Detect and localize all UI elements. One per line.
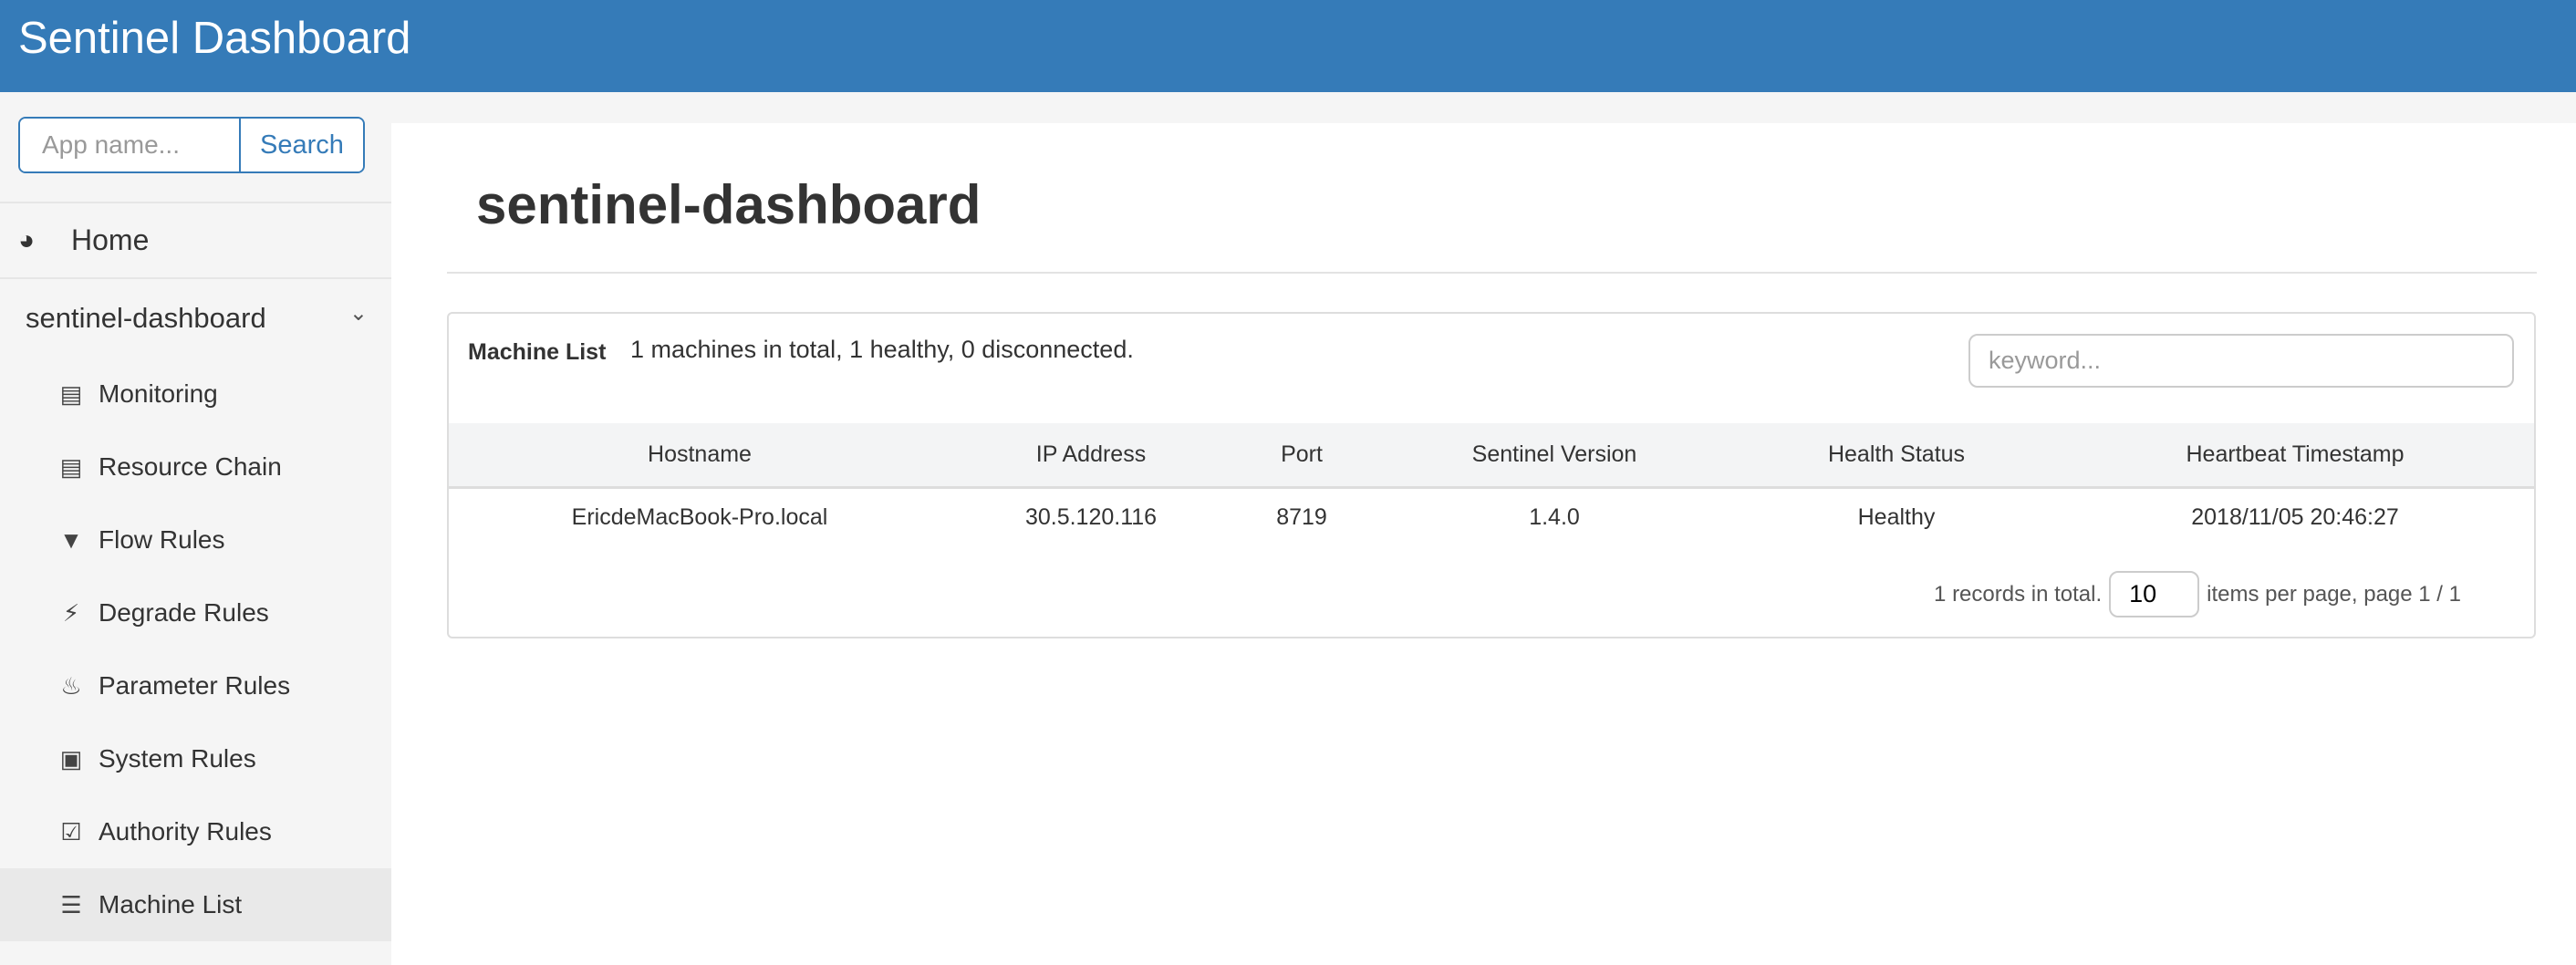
app-name: sentinel-dashboard (26, 302, 266, 334)
main-content: sentinel-dashboard Machine List 1 machin… (391, 123, 2576, 965)
sidebar-item-label: Authority Rules (99, 817, 272, 846)
column-header-hostname: Hostname (449, 423, 950, 489)
machine-table: Hostname IP Address Port Sentinel Versio… (449, 423, 2534, 547)
flash-icon: ⚡︎ (62, 598, 80, 627)
column-header-port: Port (1231, 423, 1372, 489)
records-total: 1 records in total. (1934, 581, 2103, 607)
column-header-health: Health Status (1737, 423, 2056, 489)
machine-summary: 1 machines in total, 1 healthy, 0 discon… (630, 336, 1134, 363)
sidebar-item-system-rules[interactable]: ▣ System Rules (0, 722, 391, 795)
divider (447, 272, 2537, 274)
list-alt-icon: ▤ (59, 452, 83, 481)
page-info: items per page, page 1 / 1 (2207, 581, 2461, 607)
sidebar-item-label: System Rules (99, 744, 256, 773)
column-header-version: Sentinel Version (1372, 423, 1737, 489)
sidebar: Search ◕ Home sentinel-dashboard ⌄ ▤ Moni… (0, 92, 391, 965)
sidebar-item-flow-rules[interactable]: ▼ Flow Rules (0, 503, 391, 576)
sidebar-item-label: Home (71, 223, 150, 256)
column-header-ip: IP Address (950, 423, 1231, 489)
pagination: 1 records in total. items per page, page… (1934, 571, 2461, 617)
chevron-down-icon: ⌄ (348, 301, 368, 326)
sidebar-item-label: Machine List (99, 890, 243, 918)
cell-port: 8719 (1276, 504, 1327, 531)
keyword-search-input[interactable] (1968, 334, 2514, 388)
bar-chart-icon: ▤ (59, 379, 83, 408)
fire-icon: ♨ (60, 671, 82, 700)
panel-title: Machine List (468, 339, 607, 365)
sidebar-item-label: Monitoring (99, 379, 218, 408)
sidebar-item-machine-list[interactable]: ☰ Machine List (0, 868, 391, 941)
cell-version: 1.4.0 (1529, 504, 1580, 531)
cell-health: Healthy (1857, 504, 1936, 531)
sidebar-item-label: Degrade Rules (99, 598, 269, 627)
brand-title[interactable]: Sentinel Dashboard (18, 13, 410, 64)
app-name-input[interactable] (20, 119, 239, 171)
briefcase-icon: ▣ (59, 744, 83, 773)
sidebar-item-home[interactable]: ◕ Home (0, 202, 391, 279)
table-header-row: Hostname IP Address Port Sentinel Versio… (449, 423, 2534, 489)
app-group-header[interactable]: sentinel-dashboard ⌄ (26, 301, 368, 335)
cell-ip: 30.5.120.116 (1024, 504, 1158, 531)
search-button[interactable]: Search (239, 119, 363, 171)
check-icon: ☑ (60, 817, 82, 846)
sidebar-item-degrade-rules[interactable]: ⚡︎ Degrade Rules (0, 576, 391, 649)
filter-icon: ▼ (59, 525, 83, 554)
sidebar-item-monitoring[interactable]: ▤ Monitoring (0, 358, 391, 431)
dashboard-icon: ◕ (18, 224, 36, 255)
page-title: sentinel-dashboard (476, 174, 982, 235)
sidebar-item-parameter-rules[interactable]: ♨ Parameter Rules (0, 649, 391, 722)
top-navbar: Sentinel Dashboard (0, 0, 2576, 92)
machine-list-panel: Machine List 1 machines in total, 1 heal… (447, 312, 2536, 638)
app-search-group: Search (18, 117, 365, 173)
sidebar-item-label: Resource Chain (99, 452, 282, 481)
column-header-heartbeat: Heartbeat Timestamp (2056, 423, 2534, 489)
th-list-icon: ☰ (60, 890, 82, 918)
sidebar-item-label: Flow Rules (99, 525, 225, 554)
page-size-input[interactable] (2109, 571, 2200, 617)
cell-hostname: EricdeMacBook-Pro.local (571, 504, 828, 531)
cell-heartbeat: 2018/11/05 20:46:27 (2191, 504, 2399, 531)
sidebar-item-resource-chain[interactable]: ▤ Resource Chain (0, 431, 391, 503)
table-row: EricdeMacBook-Pro.local 30.5.120.116 871… (449, 487, 2534, 547)
sidebar-item-authority-rules[interactable]: ☑ Authority Rules (0, 795, 391, 868)
sidebar-item-label: Parameter Rules (99, 671, 291, 700)
